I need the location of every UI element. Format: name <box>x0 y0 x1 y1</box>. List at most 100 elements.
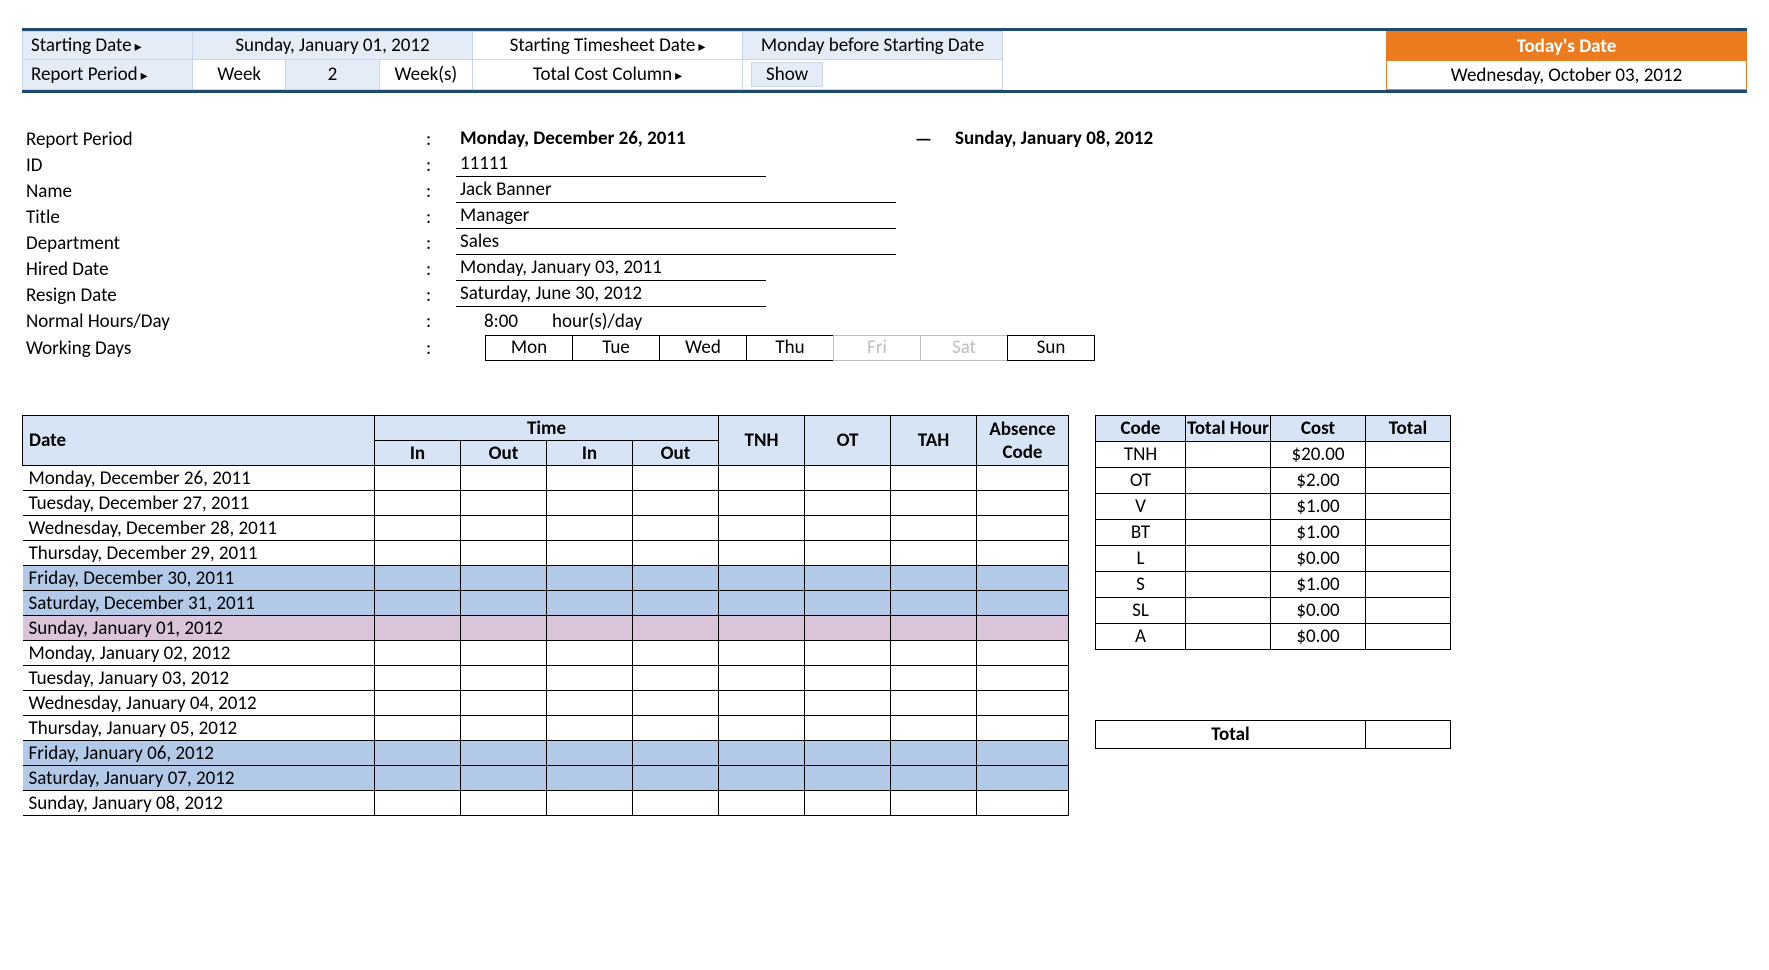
time-cell[interactable] <box>719 541 805 566</box>
time-cell[interactable] <box>461 766 547 791</box>
value-cell[interactable] <box>1186 468 1271 494</box>
time-cell[interactable] <box>977 541 1069 566</box>
time-cell[interactable] <box>461 591 547 616</box>
value-cell[interactable] <box>1366 442 1451 468</box>
time-cell[interactable] <box>375 641 461 666</box>
time-cell[interactable] <box>375 791 461 816</box>
time-cell[interactable] <box>891 516 977 541</box>
time-cell[interactable] <box>891 591 977 616</box>
time-cell[interactable] <box>805 741 891 766</box>
value-cell[interactable] <box>1366 468 1451 494</box>
time-cell[interactable] <box>805 791 891 816</box>
time-cell[interactable] <box>977 666 1069 691</box>
time-cell[interactable] <box>805 466 891 491</box>
time-cell[interactable] <box>977 491 1069 516</box>
time-cell[interactable] <box>633 541 719 566</box>
time-cell[interactable] <box>633 666 719 691</box>
time-cell[interactable] <box>805 716 891 741</box>
time-cell[interactable] <box>461 691 547 716</box>
hired-value[interactable]: Monday, January 03, 2011 <box>456 256 766 281</box>
nh-hours[interactable]: 8:00 <box>456 310 546 333</box>
value-cell[interactable] <box>1366 572 1451 598</box>
time-cell[interactable] <box>547 591 633 616</box>
time-cell[interactable] <box>547 616 633 641</box>
starting-ts-value[interactable]: Monday before Starting Date <box>743 32 1003 60</box>
cost-col-value[interactable]: Show <box>751 62 823 87</box>
time-cell[interactable] <box>547 566 633 591</box>
time-cell[interactable] <box>633 641 719 666</box>
time-cell[interactable] <box>461 666 547 691</box>
starting-date-value[interactable]: Sunday, January 01, 2012 <box>193 32 473 60</box>
value-cell[interactable] <box>1186 442 1271 468</box>
time-cell[interactable] <box>891 766 977 791</box>
time-cell[interactable] <box>547 541 633 566</box>
dept-value[interactable]: Sales <box>456 230 896 255</box>
time-cell[interactable] <box>719 641 805 666</box>
time-cell[interactable] <box>977 616 1069 641</box>
time-cell[interactable] <box>461 466 547 491</box>
time-cell[interactable] <box>719 791 805 816</box>
time-cell[interactable] <box>633 591 719 616</box>
time-cell[interactable] <box>461 541 547 566</box>
time-cell[interactable] <box>461 516 547 541</box>
time-cell[interactable] <box>977 791 1069 816</box>
time-cell[interactable] <box>633 566 719 591</box>
value-cell[interactable] <box>1186 546 1271 572</box>
working-day-sat[interactable]: Sat <box>920 335 1008 361</box>
time-cell[interactable] <box>977 741 1069 766</box>
time-cell[interactable] <box>633 516 719 541</box>
working-day-fri[interactable]: Fri <box>833 335 921 361</box>
working-day-mon[interactable]: Mon <box>485 335 573 361</box>
time-cell[interactable] <box>805 666 891 691</box>
time-cell[interactable] <box>461 566 547 591</box>
value-cell[interactable] <box>1366 546 1451 572</box>
time-cell[interactable] <box>805 691 891 716</box>
time-cell[interactable] <box>375 766 461 791</box>
time-cell[interactable] <box>547 466 633 491</box>
time-cell[interactable] <box>633 616 719 641</box>
time-cell[interactable] <box>375 541 461 566</box>
time-cell[interactable] <box>375 516 461 541</box>
time-cell[interactable] <box>547 741 633 766</box>
time-cell[interactable] <box>375 466 461 491</box>
time-cell[interactable] <box>461 491 547 516</box>
working-day-tue[interactable]: Tue <box>572 335 660 361</box>
time-cell[interactable] <box>547 691 633 716</box>
resign-value[interactable]: Saturday, June 30, 2012 <box>456 282 766 307</box>
time-cell[interactable] <box>891 641 977 666</box>
working-day-wed[interactable]: Wed <box>659 335 747 361</box>
time-cell[interactable] <box>977 691 1069 716</box>
time-cell[interactable] <box>547 791 633 816</box>
value-cell[interactable] <box>1186 494 1271 520</box>
time-cell[interactable] <box>977 566 1069 591</box>
time-cell[interactable] <box>977 716 1069 741</box>
time-cell[interactable] <box>375 566 461 591</box>
time-cell[interactable] <box>891 791 977 816</box>
time-cell[interactable] <box>547 516 633 541</box>
value-cell[interactable] <box>1186 598 1271 624</box>
value-cell[interactable] <box>1186 520 1271 546</box>
time-cell[interactable] <box>633 691 719 716</box>
time-cell[interactable] <box>375 691 461 716</box>
time-cell[interactable] <box>375 741 461 766</box>
time-cell[interactable] <box>547 716 633 741</box>
value-cell[interactable] <box>1366 624 1451 650</box>
time-cell[interactable] <box>891 466 977 491</box>
time-cell[interactable] <box>461 616 547 641</box>
time-cell[interactable] <box>805 491 891 516</box>
time-cell[interactable] <box>977 516 1069 541</box>
time-cell[interactable] <box>805 616 891 641</box>
time-cell[interactable] <box>891 741 977 766</box>
time-cell[interactable] <box>719 466 805 491</box>
time-cell[interactable] <box>719 516 805 541</box>
time-cell[interactable] <box>891 616 977 641</box>
time-cell[interactable] <box>633 466 719 491</box>
time-cell[interactable] <box>891 716 977 741</box>
time-cell[interactable] <box>977 766 1069 791</box>
time-cell[interactable] <box>977 591 1069 616</box>
time-cell[interactable] <box>805 566 891 591</box>
time-cell[interactable] <box>633 766 719 791</box>
report-unit[interactable]: Week <box>193 60 286 90</box>
value-cell[interactable] <box>1186 572 1271 598</box>
time-cell[interactable] <box>891 541 977 566</box>
